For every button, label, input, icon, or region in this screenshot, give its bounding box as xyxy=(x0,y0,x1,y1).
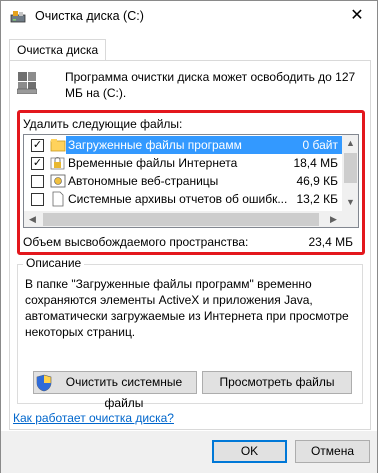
ok-button[interactable]: OK xyxy=(212,440,287,463)
description-text: В папке "Загруженные файлы программ" вре… xyxy=(25,277,349,339)
tab-disk-cleanup[interactable]: Очистка диска xyxy=(9,39,107,61)
summary-text: Программа очистки диска может освободить… xyxy=(65,70,356,100)
help-link[interactable]: Как работает очистка диска? xyxy=(13,411,174,425)
scroll-left-icon[interactable]: ◀ xyxy=(24,211,41,227)
item-checkbox[interactable] xyxy=(31,193,44,206)
tab-strip: Очистка диска xyxy=(9,39,371,61)
item-size: 0 байт xyxy=(302,138,338,152)
item-name: Загруженные файлы программ xyxy=(66,138,244,152)
item-name: Автономные веб-страницы xyxy=(68,174,219,188)
lock-folder-icon xyxy=(50,155,66,171)
title-bar[interactable]: Очистка диска (C:) ✕ xyxy=(1,1,377,32)
cancel-button[interactable]: Отмена xyxy=(295,440,370,463)
scroll-thumb[interactable] xyxy=(43,213,319,226)
clean-system-files-button[interactable]: Очистить системные файлы xyxy=(33,371,197,410)
view-files-button[interactable]: Просмотреть файлы xyxy=(202,371,352,394)
disk-cleanup-window: Очистка диска (C:) ✕ Очистка диска Прогр… xyxy=(0,0,378,473)
list-item[interactable]: ✓ Загруженные файлы программ 0 байт xyxy=(24,136,342,154)
item-name: Временные файлы Интернета xyxy=(68,156,238,170)
drive-icon xyxy=(16,70,38,95)
item-size: 13,2 КБ xyxy=(296,192,338,206)
item-size: 46,9 КБ xyxy=(296,174,338,188)
list-item[interactable]: Системные архивы отчетов об ошибк... 13,… xyxy=(24,190,342,208)
list-item[interactable]: ✓ Временные файлы Интернета 18,4 МБ xyxy=(24,154,342,172)
offline-pages-icon xyxy=(50,173,66,189)
scrollbar-corner xyxy=(342,211,358,227)
description-legend: Описание xyxy=(23,256,85,270)
item-checkbox[interactable]: ✓ xyxy=(31,139,44,152)
scroll-down-icon[interactable]: ▼ xyxy=(342,194,358,211)
vertical-scrollbar[interactable]: ▲ ▼ xyxy=(342,135,358,211)
scroll-thumb[interactable] xyxy=(344,153,357,183)
list-item[interactable]: Автономные веб-страницы 46,9 КБ xyxy=(24,172,342,190)
horizontal-scrollbar[interactable]: ◀ ▶ xyxy=(24,211,342,227)
clean-system-files-label: Очистить системные файлы xyxy=(65,375,183,410)
files-listbox[interactable]: ✓ Загруженные файлы программ 0 байт ✓ Вр… xyxy=(23,134,359,228)
scroll-right-icon[interactable]: ▶ xyxy=(325,211,342,227)
disk-cleanup-icon xyxy=(10,10,26,24)
item-checkbox[interactable] xyxy=(31,175,44,188)
file-icon xyxy=(50,191,66,207)
close-icon[interactable]: ✕ xyxy=(347,6,367,26)
freed-space-value: 23,4 МБ xyxy=(308,235,353,249)
freed-space-label: Объем высвобождаемого пространства: xyxy=(23,235,249,249)
item-checkbox[interactable]: ✓ xyxy=(31,157,44,170)
window-title: Очистка диска (C:) xyxy=(35,9,144,23)
scroll-up-icon[interactable]: ▲ xyxy=(342,135,358,152)
item-name: Системные архивы отчетов об ошибк... xyxy=(68,192,288,206)
files-to-delete-label: Удалить следующие файлы: xyxy=(23,117,183,131)
item-size: 18,4 МБ xyxy=(293,156,338,170)
folder-icon xyxy=(50,137,66,153)
uac-shield-icon xyxy=(36,374,52,392)
